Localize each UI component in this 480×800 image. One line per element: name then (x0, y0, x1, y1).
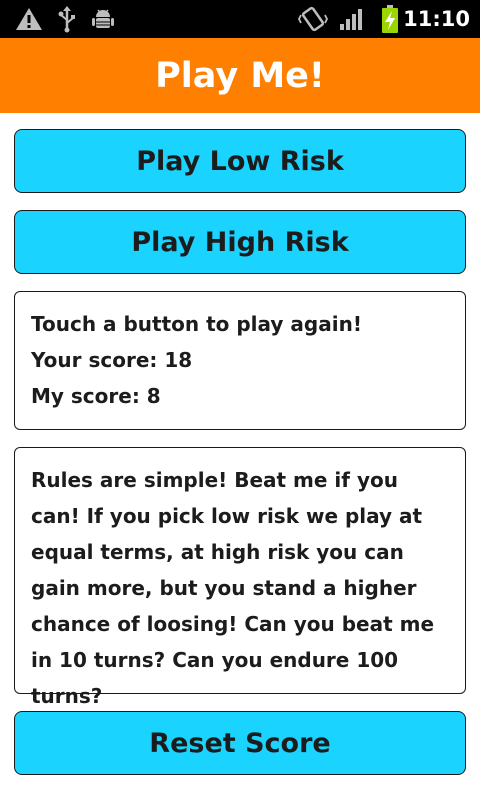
app-bar: Play Me! (0, 38, 480, 113)
reset-score-button[interactable]: Reset Score (14, 711, 466, 775)
status-time: 11:10 (403, 7, 470, 31)
app-title: Play Me! (155, 55, 325, 96)
usb-icon (56, 0, 78, 38)
your-score: Your score: 18 (31, 348, 193, 372)
status-bar: 11:10 (0, 0, 480, 38)
play-high-risk-button[interactable]: Play High Risk (14, 210, 466, 274)
battery-charging-icon (378, 0, 402, 38)
alert-icon (14, 0, 44, 38)
play-low-risk-button[interactable]: Play Low Risk (14, 129, 466, 193)
rules-panel: Rules are simple! Beat me if you can! If… (14, 447, 466, 708)
vibrate-icon (298, 0, 328, 38)
android-debug-icon (90, 0, 116, 38)
signal-icon (338, 0, 366, 38)
my-score: My score: 8 (31, 384, 161, 408)
score-panel: Touch a button to play again! Your score… (14, 291, 466, 430)
status-message: Touch a button to play again! (31, 312, 362, 336)
rules-text: Rules are simple! Beat me if you can! If… (31, 468, 435, 708)
